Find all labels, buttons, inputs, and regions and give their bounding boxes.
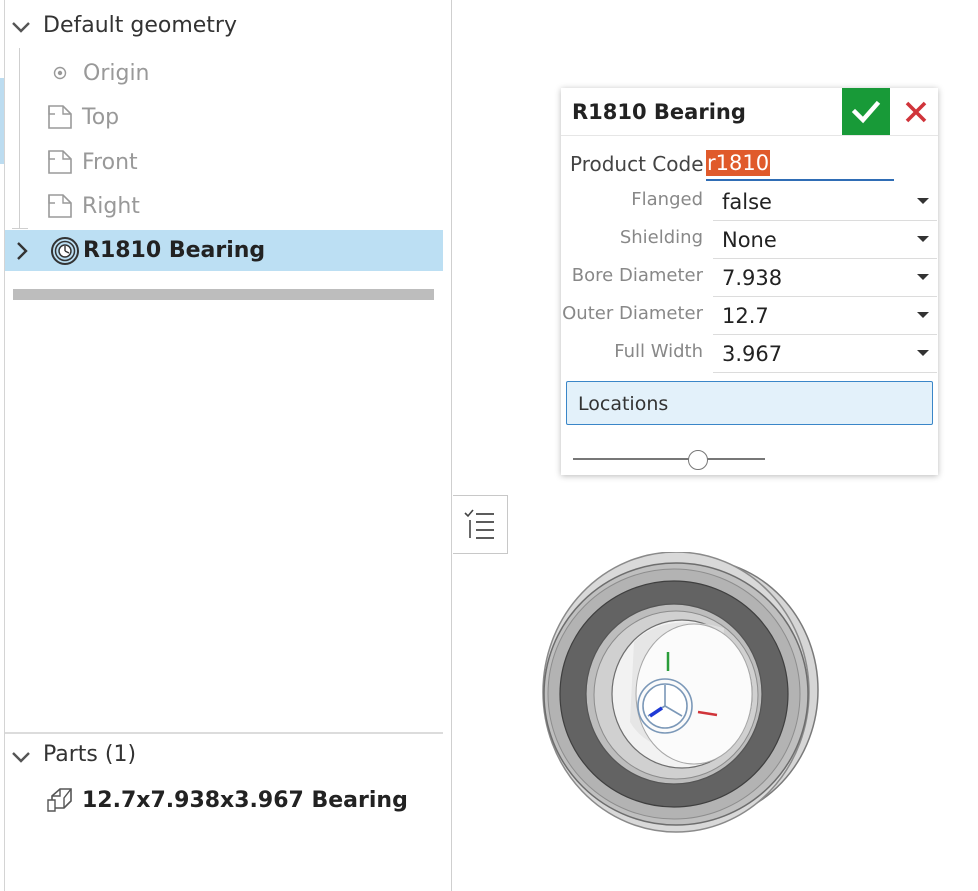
param-value: None (722, 228, 777, 252)
param-value: 7.938 (722, 266, 783, 290)
tree-item-label: Front (82, 149, 138, 175)
rollback-bar[interactable] (13, 289, 434, 300)
plane-icon (48, 105, 72, 129)
plane-icon (48, 194, 72, 218)
product-code-value: r1810 (706, 150, 771, 176)
tree-item-right[interactable]: Right (46, 191, 140, 221)
caret-down-icon (917, 236, 929, 242)
feature-tree-panel: Default geometry Origin Top Front Right … (0, 0, 452, 891)
param-label: Shielding (619, 227, 703, 248)
panel-edge (4, 0, 5, 891)
chevron-down-icon[interactable] (10, 16, 32, 38)
checkmark-icon (851, 100, 881, 123)
chevron-down-icon[interactable] (10, 746, 32, 768)
tree-item-top[interactable]: Top (46, 102, 119, 132)
accept-button[interactable] (842, 88, 890, 135)
part-label: 12.7x7.938x3.967 Bearing (82, 787, 408, 813)
param-label: Full Width (614, 341, 703, 362)
plane-icon (48, 150, 72, 174)
param-label: Flanged (631, 189, 703, 210)
product-code-input[interactable]: r1810 (706, 148, 894, 181)
param-row-outer-diameter: Outer Diameter 12.7 (561, 297, 938, 335)
tree-item-origin[interactable]: Origin (52, 58, 150, 88)
slider-track[interactable] (573, 458, 765, 460)
locations-selection-field[interactable]: Locations (566, 381, 933, 425)
param-label: Bore Diameter (571, 265, 703, 286)
caret-down-icon (917, 198, 929, 204)
caret-down-icon (917, 312, 929, 318)
dialog-header-separator (561, 135, 938, 136)
close-icon (905, 101, 927, 122)
list-icon (464, 508, 494, 539)
part-list-item[interactable]: 12.7x7.938x3.967 Bearing (46, 786, 408, 814)
tree-item-label: Right (82, 193, 140, 219)
caret-down-icon (917, 274, 929, 280)
param-value: 3.967 (722, 342, 783, 366)
tree-item-label: Top (82, 104, 120, 130)
outer-diameter-select[interactable]: 12.7 (713, 297, 937, 335)
tree-guide-line (19, 48, 20, 228)
slider-thumb[interactable] (687, 450, 708, 470)
parts-list-title[interactable]: Parts (1) (43, 742, 136, 767)
param-row-shielding: Shielding None (561, 221, 938, 259)
tree-item-front[interactable]: Front (46, 147, 138, 177)
origin-point-icon (53, 66, 67, 80)
caret-down-icon (917, 350, 929, 356)
parts-divider (5, 732, 443, 734)
tree-guide-tick (12, 228, 28, 229)
full-width-select[interactable]: 3.967 (713, 335, 937, 373)
param-value: false (722, 190, 772, 214)
param-row-full-width: Full Width 3.967 (561, 335, 938, 373)
default-geometry-title[interactable]: Default geometry (43, 13, 237, 38)
tree-item-bearing-feature[interactable]: R1810 Bearing (5, 230, 443, 271)
param-value: 12.7 (722, 304, 769, 328)
bearing-3d-model[interactable] (534, 552, 824, 842)
feature-dialog: R1810 Bearing Product Code r1810 Flanged… (561, 88, 938, 475)
locations-label: Locations (578, 393, 669, 415)
shielding-select[interactable]: None (713, 221, 937, 259)
cancel-button[interactable] (894, 88, 938, 135)
part-icon (47, 788, 72, 812)
bearing-feature-icon (51, 237, 79, 265)
chevron-right-icon[interactable] (12, 240, 32, 262)
flanged-select[interactable]: false (713, 183, 937, 221)
product-code-label: Product Code (570, 152, 704, 176)
param-label: Outer Diameter (562, 303, 703, 324)
tree-item-label: R1810 Bearing (83, 238, 266, 263)
feature-list-toggle-button[interactable] (453, 495, 508, 554)
dialog-title: R1810 Bearing (572, 100, 746, 124)
param-row-flanged: Flanged false (561, 183, 938, 221)
bore-diameter-select[interactable]: 7.938 (713, 259, 937, 297)
tree-item-label: Origin (83, 60, 150, 86)
param-row-bore-diameter: Bore Diameter 7.938 (561, 259, 938, 297)
